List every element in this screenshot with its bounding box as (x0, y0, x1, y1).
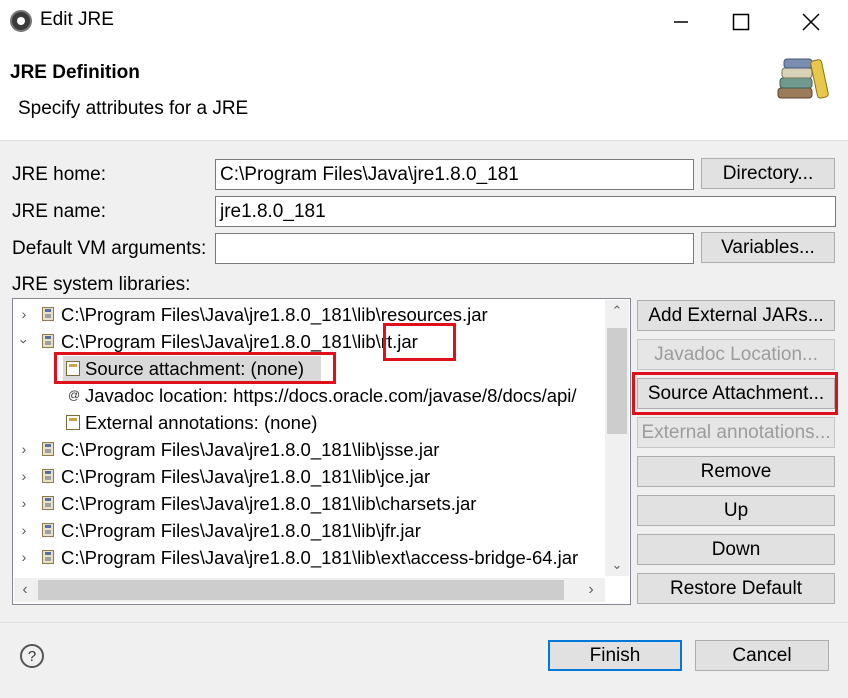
close-icon (802, 13, 820, 31)
footer-divider (0, 622, 848, 623)
jar-path: C:\Program Files\Java\jre1.8.0_181\lib\ (61, 439, 381, 460)
vm-args-input[interactable] (215, 233, 694, 264)
down-button[interactable]: Down (637, 534, 835, 565)
restore-default-button[interactable]: Restore Default (637, 573, 835, 604)
jar-icon (42, 307, 54, 321)
jre-name-label: JRE name: (12, 201, 106, 222)
chevron-right-icon[interactable]: › (17, 301, 31, 328)
jar-name: charsets.jar (380, 493, 477, 514)
annotations-text: External annotations: (none) (85, 412, 318, 433)
window-title: Edit JRE (40, 9, 114, 30)
jre-home-input[interactable]: C:\Program Files\Java\jre1.8.0_181 (215, 159, 694, 190)
page-title: JRE Definition (10, 62, 140, 83)
chevron-down-icon[interactable]: › (13, 335, 38, 349)
minimize-button[interactable] (651, 0, 711, 44)
jar-icon (42, 469, 54, 483)
jre-home-label: JRE home: (12, 164, 106, 185)
jre-name-input[interactable]: jre1.8.0_181 (215, 196, 836, 227)
source-attachment-highlight (54, 352, 336, 384)
remove-button[interactable]: Remove (637, 456, 835, 487)
scroll-right-icon[interactable]: › (580, 578, 602, 602)
maximize-icon (732, 13, 750, 31)
rt-jar-highlight (383, 323, 456, 361)
vm-args-label: Default VM arguments: (12, 238, 207, 259)
chevron-right-icon[interactable]: › (17, 490, 31, 517)
page-subtitle: Specify attributes for a JRE (18, 98, 249, 119)
tree-horizontal-scroll-thumb[interactable] (38, 580, 564, 600)
eclipse-icon (10, 10, 32, 32)
jar-path: C:\Program Files\Java\jre1.8.0_181\lib\ (61, 547, 381, 568)
jar-name: jfr.jar (380, 520, 421, 541)
chevron-right-icon[interactable]: › (17, 544, 31, 571)
tree-vertical-scroll-thumb[interactable] (607, 328, 627, 434)
jar-path: C:\Program Files\Java\jre1.8.0_181\lib\ (61, 304, 381, 325)
minimize-icon (674, 21, 688, 23)
jar-name: ext\access-bridge-64.jar (380, 547, 579, 568)
libraries-tree[interactable]: › C:\Program Files\Java\jre1.8.0_181\lib… (12, 298, 631, 605)
javadoc-icon: @ (68, 388, 81, 402)
javadoc-text: Javadoc location: https://docs.oracle.co… (85, 385, 577, 406)
chevron-right-icon[interactable]: › (17, 463, 31, 490)
jar-path: C:\Program Files\Java\jre1.8.0_181\lib\ (61, 331, 381, 352)
jar-path: C:\Program Files\Java\jre1.8.0_181\lib\ (61, 520, 381, 541)
cancel-button[interactable]: Cancel (695, 640, 829, 671)
libraries-label: JRE system libraries: (12, 274, 191, 295)
javadoc-location-button[interactable]: Javadoc Location... (637, 339, 835, 370)
source-attachment-button-highlight (632, 372, 838, 415)
add-external-jars-button[interactable]: Add External JARs... (637, 300, 835, 331)
chevron-right-icon[interactable]: › (17, 436, 31, 463)
maximize-button[interactable] (711, 0, 771, 44)
jar-path: C:\Program Files\Java\jre1.8.0_181\lib\ (61, 493, 381, 514)
scroll-left-icon[interactable]: ‹ (14, 578, 36, 602)
jar-icon (42, 523, 54, 537)
books-icon (774, 54, 834, 109)
variables-button[interactable]: Variables... (701, 232, 835, 263)
jar-icon (42, 550, 54, 564)
finish-button[interactable]: Finish (548, 640, 682, 671)
directory-button[interactable]: Directory... (701, 158, 835, 189)
help-icon[interactable]: ? (20, 644, 44, 668)
jar-name: jce.jar (380, 466, 431, 487)
chevron-right-icon[interactable]: › (17, 517, 31, 544)
close-button[interactable] (781, 0, 841, 44)
jar-name: resources.jar (380, 304, 488, 325)
jar-icon (42, 334, 54, 348)
up-button[interactable]: Up (637, 495, 835, 526)
jar-icon (42, 442, 54, 456)
scroll-down-icon[interactable]: ⌄ (609, 554, 625, 576)
jar-icon (42, 496, 54, 510)
scroll-up-icon[interactable]: ⌃ (609, 300, 625, 322)
annotations-icon (66, 415, 80, 430)
dialog-header (0, 44, 848, 141)
jar-name: jsse.jar (380, 439, 440, 460)
jar-path: C:\Program Files\Java\jre1.8.0_181\lib\ (61, 466, 381, 487)
external-annotations-button[interactable]: External annotations... (637, 417, 835, 448)
